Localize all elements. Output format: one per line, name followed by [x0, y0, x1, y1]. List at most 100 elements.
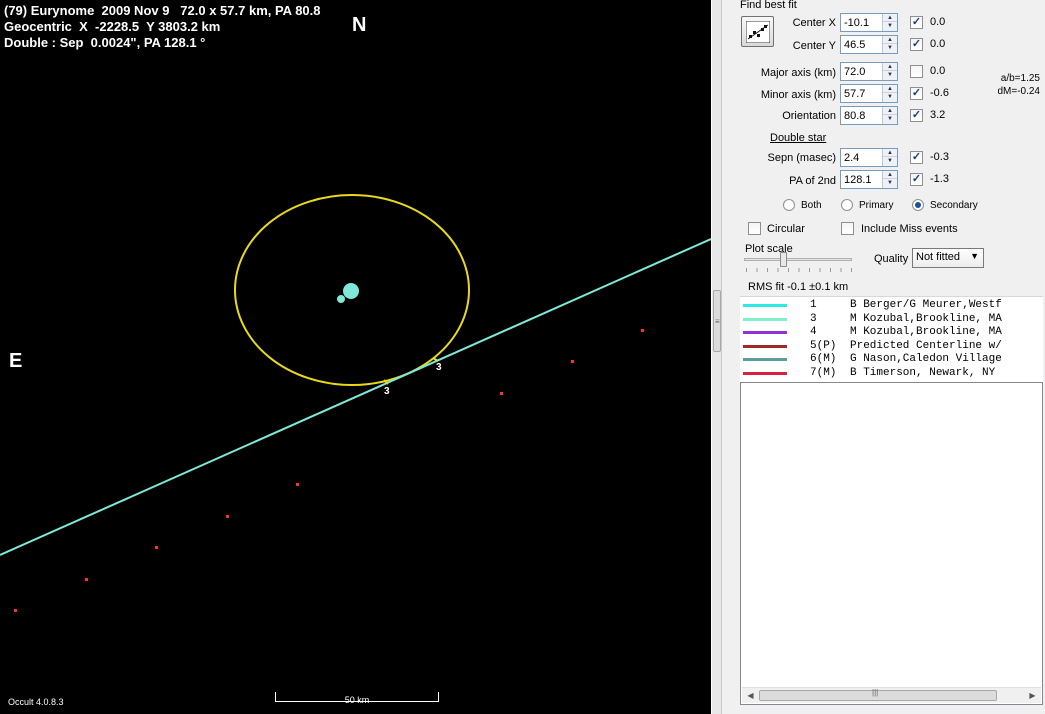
radio-both-label: Both: [801, 200, 822, 211]
spin-down-icon[interactable]: ▼: [883, 157, 897, 165]
scroll-thumb[interactable]: |||: [759, 688, 997, 701]
events-listbox[interactable]: ◀ ||| ▶: [740, 382, 1043, 705]
spin-up-icon[interactable]: ▲: [883, 149, 897, 157]
orientation-stepper[interactable]: ▲▼: [840, 106, 898, 125]
center-x-stepper[interactable]: ▲▼: [840, 13, 898, 32]
sepn-stepper[interactable]: ▲▼: [840, 148, 898, 167]
pa-2nd-input[interactable]: [841, 171, 881, 188]
asteroid-profile-plot[interactable]: (79) Eurynome 2009 Nov 9 72.0 x 57.7 km,…: [0, 0, 711, 714]
major-axis-input[interactable]: [841, 63, 881, 80]
spin-down-icon[interactable]: ▼: [883, 71, 897, 79]
legend-number: 6(M): [810, 353, 837, 365]
legend-line-swatch: [743, 331, 787, 334]
spin-up-icon[interactable]: ▲: [883, 107, 897, 115]
primary-body: [343, 283, 359, 299]
spin-up-icon[interactable]: ▲: [883, 63, 897, 71]
center-x-checkbox[interactable]: [910, 16, 923, 29]
geocentric-coords: Geocentric X -2228.5 Y 3803.2 km: [4, 19, 221, 34]
center-x-label: Center X: [792, 17, 836, 29]
minor-axis-stepper[interactable]: ▲▼: [840, 84, 898, 103]
pa-2nd-stepper[interactable]: ▲▼: [840, 170, 898, 189]
major-axis-stepper[interactable]: ▲▼: [840, 62, 898, 81]
center-y-adjust: 0.0: [930, 38, 946, 50]
legend-row: 4 M Kozubal,Brookline, MA: [740, 326, 1043, 339]
radio-secondary[interactable]: [912, 199, 924, 211]
sepn-adjust: -0.3: [930, 151, 949, 163]
spin-down-icon[interactable]: ▼: [883, 93, 897, 101]
chord-segment-marker: [432, 357, 439, 362]
radio-primary[interactable]: [841, 199, 853, 211]
miss-point: [296, 483, 299, 486]
sepn-label: Sepn (masec): [767, 152, 836, 164]
quality-select[interactable]: Not fitted ▼: [912, 248, 984, 268]
spin-up-icon[interactable]: ▲: [883, 171, 897, 179]
minor-axis-input[interactable]: [841, 85, 881, 102]
legend-observer: B Berger/G Meurer,Westf: [850, 299, 1002, 311]
legend-row: 3 M Kozubal,Brookline, MA: [740, 313, 1043, 326]
plot-title: (79) Eurynome 2009 Nov 9 72.0 x 57.7 km,…: [4, 3, 321, 18]
radio-both[interactable]: [783, 199, 795, 211]
spin-down-icon[interactable]: ▼: [883, 22, 897, 30]
spin-down-icon[interactable]: ▼: [883, 44, 897, 52]
double-star-info: Double : Sep 0.0024", PA 128.1 °: [4, 35, 206, 50]
chord-label: 3: [384, 386, 390, 397]
center-y-input[interactable]: [841, 36, 881, 53]
panel-splitter[interactable]: ≡: [711, 0, 722, 714]
orientation-checkbox[interactable]: [910, 109, 923, 122]
chord-label: 3: [436, 362, 442, 373]
orientation-input[interactable]: [841, 107, 881, 124]
pa-2nd-label: PA of 2nd: [789, 175, 836, 187]
legend-observer: Predicted Centerline w/: [850, 339, 1002, 352]
circular-checkbox[interactable]: [748, 222, 761, 235]
legend-line-swatch: [743, 358, 787, 361]
spin-up-icon[interactable]: ▲: [883, 36, 897, 44]
sepn-checkbox[interactable]: [910, 151, 923, 164]
axis-ratio: a/b=1.25 dM=-0.24: [990, 72, 1040, 98]
spin-up-icon[interactable]: ▲: [883, 85, 897, 93]
legend-number: 7(M): [810, 366, 837, 379]
center-y-stepper[interactable]: ▲▼: [840, 35, 898, 54]
major-axis-checkbox[interactable]: [910, 65, 923, 78]
legend-line-swatch: [743, 344, 787, 348]
sepn-input[interactable]: [841, 149, 881, 166]
major-axis-label: Major axis (km): [760, 67, 836, 79]
find-best-fit-label: Find best fit: [740, 0, 797, 11]
ratio-ab: a/b=1.25: [1000, 73, 1040, 84]
major-axis-adjust: 0.0: [930, 65, 946, 77]
radio-secondary-label: Secondary: [930, 200, 978, 211]
legend-observer: M Kozubal,Brookline, MA: [850, 326, 1002, 338]
legend-row: 6(M) G Nason,Caledon Village: [740, 353, 1043, 366]
plot-canvas: [0, 194, 711, 612]
occult-window: (79) Eurynome 2009 Nov 9 72.0 x 57.7 km,…: [0, 0, 1045, 714]
include-miss-checkbox[interactable]: [841, 222, 854, 235]
splitter-grip[interactable]: ≡: [713, 290, 721, 352]
orientation-label: Orientation: [782, 110, 836, 122]
double-star-label: Double star: [770, 132, 827, 144]
minor-axis-checkbox[interactable]: [910, 87, 923, 100]
legend-line-swatch: [743, 371, 787, 375]
pa-2nd-checkbox[interactable]: [910, 173, 923, 186]
legend-observer: G Nason,Caledon Village: [850, 353, 1002, 365]
legend-number: 5(P): [810, 339, 837, 352]
horizontal-scrollbar[interactable]: ◀ ||| ▶: [742, 687, 1041, 703]
legend-observer: B Timerson, Newark, NY: [850, 366, 996, 379]
center-y-checkbox[interactable]: [910, 38, 923, 51]
include-miss-label: Include Miss events: [861, 223, 958, 235]
scale-label: 50 km: [344, 695, 370, 705]
scroll-left-icon[interactable]: ◀: [742, 688, 759, 703]
miss-point: [14, 609, 17, 612]
miss-point: [571, 360, 574, 363]
spin-down-icon[interactable]: ▼: [883, 179, 897, 187]
scroll-right-icon[interactable]: ▶: [1024, 688, 1041, 703]
spin-up-icon[interactable]: ▲: [883, 14, 897, 22]
minor-axis-adjust: -0.6: [930, 87, 949, 99]
slider-thumb[interactable]: [780, 252, 787, 267]
legend-line-swatch: [743, 304, 787, 307]
miss-point: [85, 578, 88, 581]
spin-down-icon[interactable]: ▼: [883, 115, 897, 123]
center-x-input[interactable]: [841, 14, 881, 31]
plot-scale-slider[interactable]: [744, 252, 854, 272]
pa-2nd-adjust: -1.3: [930, 173, 949, 185]
fit-panel: Find best fit Center X ▲▼ 0.0 Center Y ▲…: [722, 0, 1045, 714]
miss-point: [226, 515, 229, 518]
